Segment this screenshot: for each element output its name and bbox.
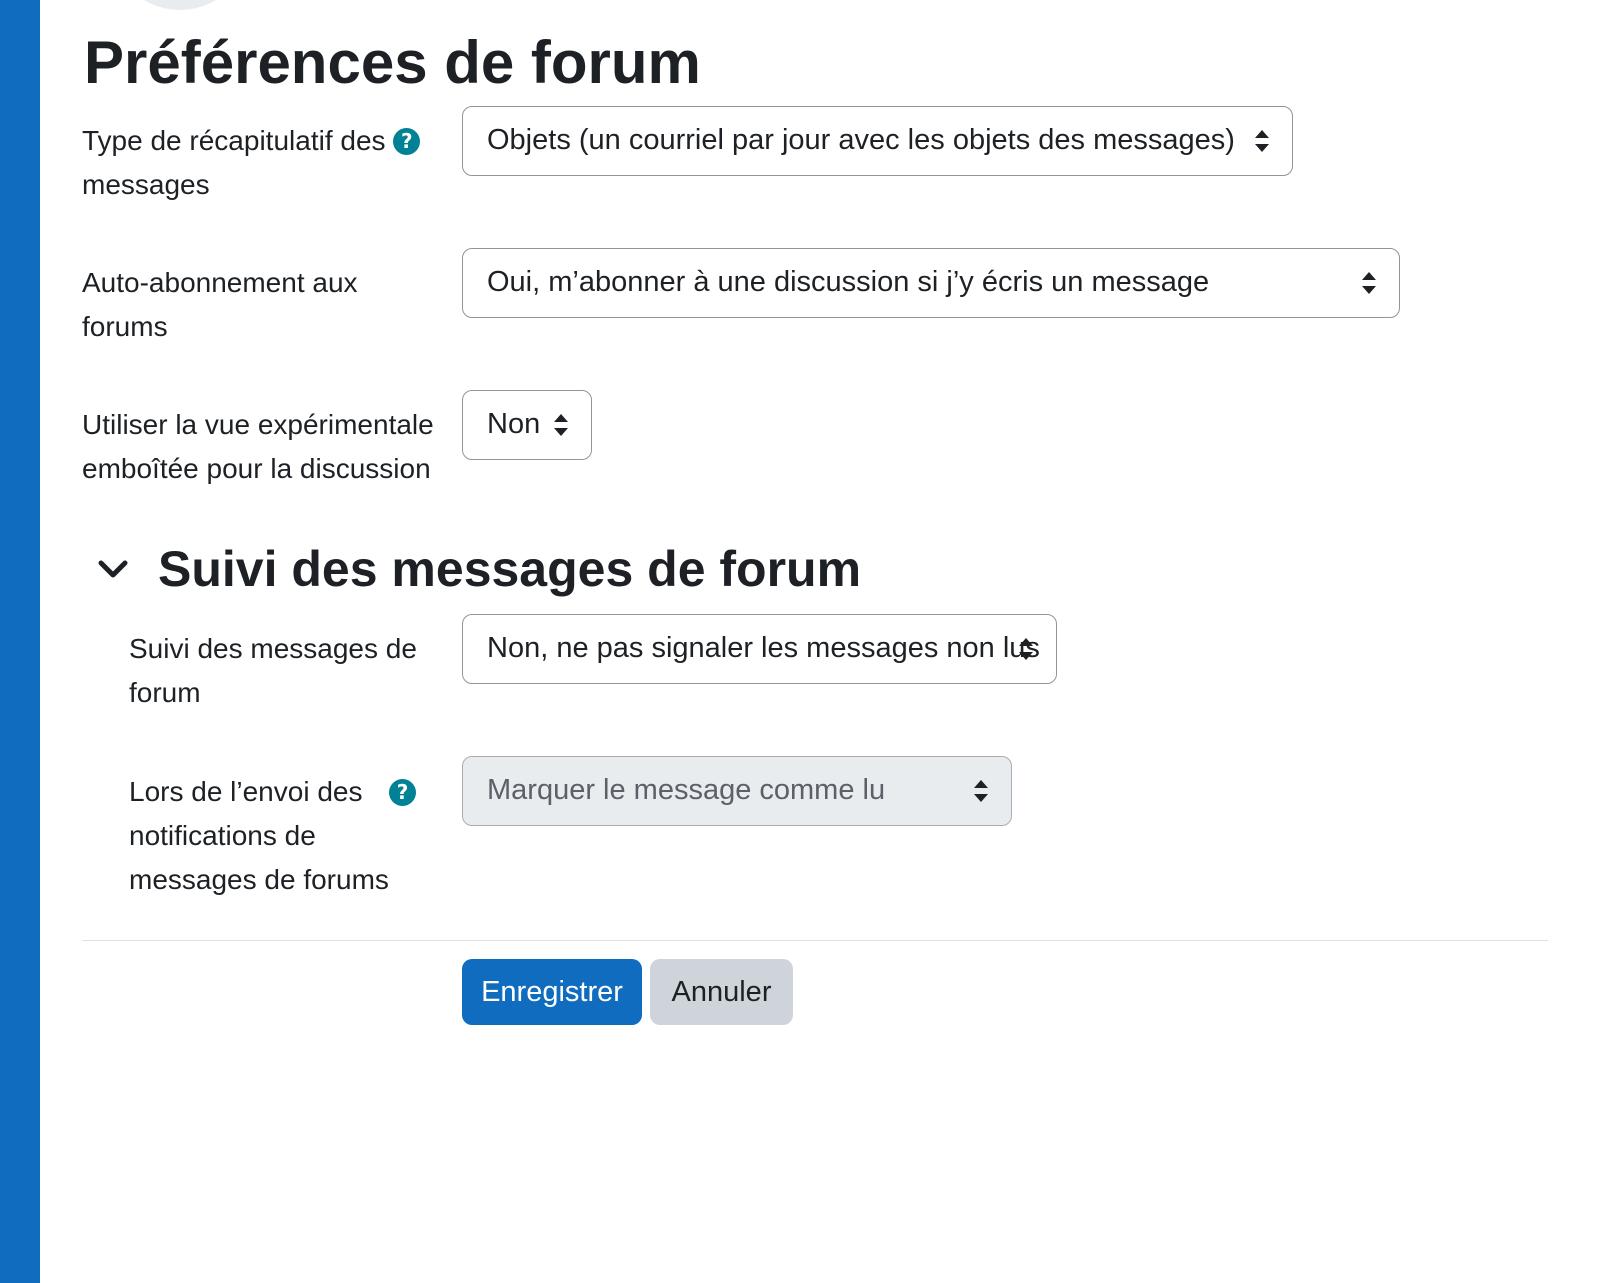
chevron-down-icon[interactable] xyxy=(96,552,130,586)
left-accent-bar xyxy=(0,0,40,1283)
nested-view-select[interactable]: Non xyxy=(462,390,592,460)
select-caret-icon xyxy=(1019,638,1033,660)
auto-subscribe-label: Auto-abonnement aux forums xyxy=(82,261,358,349)
form-divider xyxy=(82,940,1548,941)
digest-type-select[interactable]: Objets (un courriel par jour avec les ob… xyxy=(462,106,1293,176)
nested-view-value: Non xyxy=(487,408,541,440)
track-forums-value: Non, ne pas signaler les messages non lu… xyxy=(487,632,1040,664)
mark-read-select: Marquer le message comme lu xyxy=(462,756,1012,826)
select-caret-icon xyxy=(1362,272,1376,294)
nested-view-label-line1: Utiliser la vue expérimentale xyxy=(82,409,434,440)
mark-read-label-line1: Lors de l’envoi des xyxy=(129,776,363,807)
select-caret-icon xyxy=(554,414,568,436)
nested-view-label: Utiliser la vue expérimentale emboîtée p… xyxy=(82,403,434,491)
section-title-tracking[interactable]: Suivi des messages de forum xyxy=(158,534,861,604)
track-forums-label-line1: Suivi des messages de xyxy=(129,633,417,664)
mark-read-value: Marquer le message comme lu xyxy=(487,774,886,806)
digest-type-label-line2: messages xyxy=(82,169,210,200)
select-caret-icon xyxy=(974,780,988,802)
cancel-button[interactable]: Annuler xyxy=(650,959,793,1025)
question-circle-icon[interactable]: ? xyxy=(393,128,421,155)
question-circle-icon[interactable]: ? xyxy=(389,779,416,806)
auto-subscribe-label-line1: Auto-abonnement aux xyxy=(82,267,358,298)
save-button[interactable]: Enregistrer xyxy=(462,959,642,1025)
mark-read-label-line2: notifications de xyxy=(129,820,316,851)
track-forums-select[interactable]: Non, ne pas signaler les messages non lu… xyxy=(462,614,1057,684)
digest-type-value: Objets (un courriel par jour avec les ob… xyxy=(487,124,1235,156)
auto-subscribe-label-line2: forums xyxy=(82,311,168,342)
auto-subscribe-value: Oui, m’abonner à une discussion si j’y é… xyxy=(487,266,1210,298)
select-caret-icon xyxy=(1255,130,1269,152)
digest-type-label: Type de récapitulatif des ? messages xyxy=(82,119,421,207)
digest-type-label-line1: Type de récapitulatif des xyxy=(82,125,386,156)
mark-read-label: Lors de l’envoi des notifications de mes… xyxy=(129,770,389,902)
mark-read-label-line3: messages de forums xyxy=(129,864,389,895)
page-title: Préférences de forum xyxy=(84,29,701,96)
nested-view-label-line2: emboîtée pour la discussion xyxy=(82,453,431,484)
track-forums-label: Suivi des messages de forum xyxy=(129,627,417,715)
auto-subscribe-select[interactable]: Oui, m’abonner à une discussion si j’y é… xyxy=(462,248,1400,318)
track-forums-label-line2: forum xyxy=(129,677,201,708)
avatar xyxy=(110,0,250,10)
